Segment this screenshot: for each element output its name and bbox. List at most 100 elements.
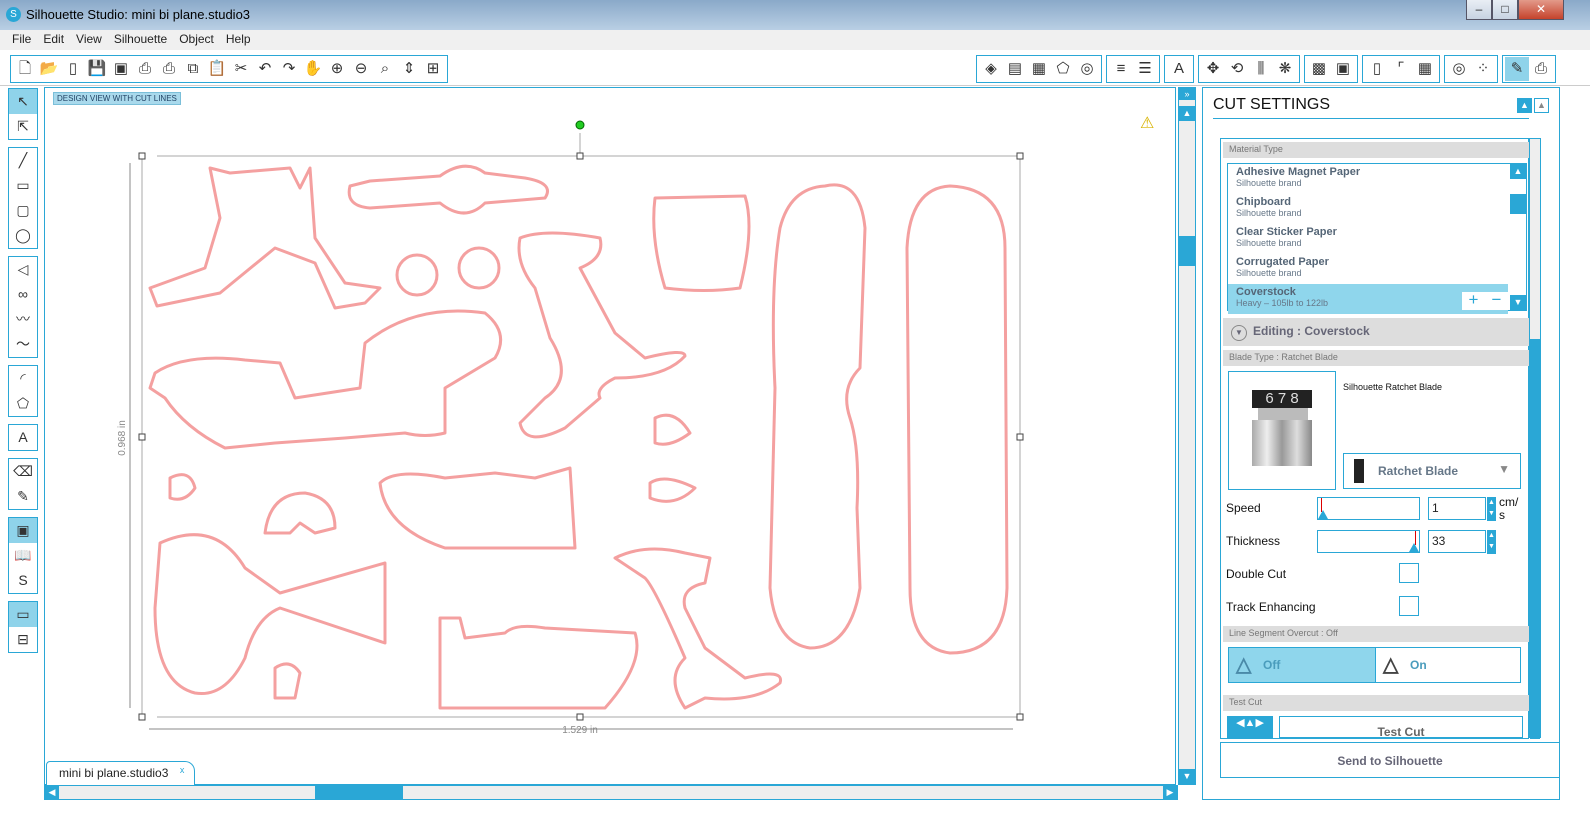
cut-view-icon[interactable]: ▣ xyxy=(9,518,37,543)
zoom-in-icon[interactable]: ⊕ xyxy=(325,57,349,81)
copy-icon[interactable]: ⧉ xyxy=(181,57,205,81)
maximize-button[interactable]: □ xyxy=(1492,0,1518,20)
zoom-select-icon[interactable]: ⌕ xyxy=(373,57,397,81)
close-button[interactable]: ✕ xyxy=(1518,0,1564,20)
registration-icon[interactable]: ⌜ xyxy=(1389,57,1413,81)
library-view-icon[interactable]: 📖 xyxy=(9,543,37,568)
line-icon[interactable]: ╱ xyxy=(9,148,37,173)
text-icon[interactable]: A xyxy=(9,425,37,450)
material-scroll-up[interactable]: ▲ xyxy=(1510,164,1526,179)
zoom-out-icon[interactable]: ⊖ xyxy=(349,57,373,81)
offset-icon[interactable]: ◎ xyxy=(1447,57,1471,81)
freehand-icon[interactable]: 〰 xyxy=(9,307,37,332)
eraser-icon[interactable]: ⌫ xyxy=(9,459,37,484)
store-view-icon[interactable]: S xyxy=(9,568,37,593)
scroll-up-button[interactable]: ▲ xyxy=(1179,106,1195,121)
grid-icon[interactable]: ▦ xyxy=(1413,57,1437,81)
panel-expand-icon[interactable]: ▲ xyxy=(1517,98,1532,113)
material-item[interactable]: Clear Sticker Paper Silhouette brand xyxy=(1228,224,1508,254)
speed-input[interactable]: 1 xyxy=(1428,497,1486,520)
design-window-icon[interactable]: ▭ xyxy=(9,602,37,627)
hscroll-thumb[interactable] xyxy=(315,786,403,799)
menu-object[interactable]: Object xyxy=(173,30,220,50)
document-tab[interactable]: mini bi plane.studio3 x xyxy=(46,761,196,785)
save-icon[interactable]: 💾 xyxy=(85,57,109,81)
undo-icon[interactable]: ↶ xyxy=(253,57,277,81)
minimize-button[interactable]: – xyxy=(1466,0,1492,20)
curve-icon[interactable]: ∞ xyxy=(9,282,37,307)
rounded-rectangle-icon[interactable]: ▢ xyxy=(9,198,37,223)
speed-slider[interactable] xyxy=(1317,497,1420,520)
material-list[interactable]: Adhesive Magnet Paper Silhouette brand Chi… xyxy=(1227,163,1527,314)
menu-help[interactable]: Help xyxy=(220,30,257,50)
slider-handle[interactable] xyxy=(1318,510,1328,519)
panel-pin-icon[interactable]: ▲ xyxy=(1534,98,1549,113)
editing-header[interactable]: ▼ Editing : Coverstock xyxy=(1223,318,1529,346)
trace-icon[interactable]: ⁘ xyxy=(1471,57,1495,81)
remove-material-icon[interactable]: − xyxy=(1492,291,1502,310)
arc-icon[interactable]: ◜ xyxy=(9,366,37,391)
device-icon[interactable]: ▯ xyxy=(61,57,85,81)
blade-select[interactable]: Ratchet Blade ▼ xyxy=(1343,453,1521,489)
track-enhancing-checkbox[interactable] xyxy=(1399,596,1419,616)
line-color-bars-icon[interactable]: ≡ xyxy=(1109,57,1133,81)
smooth-freehand-icon[interactable]: 〜 xyxy=(9,332,37,357)
cut-settings-icon[interactable]: ✎ xyxy=(1505,57,1529,81)
scroll-right-button[interactable]: ▶ xyxy=(1163,786,1177,799)
menu-file[interactable]: File xyxy=(6,30,37,50)
test-cut-button[interactable]: Test Cut xyxy=(1279,716,1523,739)
redo-icon[interactable]: ↷ xyxy=(277,57,301,81)
replicate-icon[interactable]: ❋ xyxy=(1273,57,1297,81)
material-scroll-down[interactable]: ▼ xyxy=(1510,295,1526,310)
scroll-thumb[interactable] xyxy=(1179,236,1195,266)
pattern-icon[interactable]: ▦ xyxy=(1027,57,1051,81)
overcut-on-button[interactable]: △ On xyxy=(1375,647,1521,683)
cut-icon[interactable]: ✂ xyxy=(229,57,253,81)
select-icon[interactable]: ↖ xyxy=(9,89,37,114)
design-canvas[interactable]: DESIGN VIEW WITH CUT LINES ⚠ 0.968 in 1.… xyxy=(44,87,1176,785)
knife-icon[interactable]: ✎ xyxy=(9,484,37,509)
position-arrows-icon[interactable]: ◀▲▶ xyxy=(1227,716,1273,738)
material-item[interactable]: Corrugated Paper Silhouette brand xyxy=(1228,254,1508,284)
thickness-slider[interactable] xyxy=(1317,530,1420,553)
pan-icon[interactable]: ✋ xyxy=(301,57,325,81)
print-cut-icon[interactable]: ⎙ xyxy=(157,57,181,81)
menu-view[interactable]: View xyxy=(70,30,108,50)
new-icon[interactable]: 🗋 xyxy=(13,57,37,81)
thickness-input[interactable]: 33 xyxy=(1428,530,1486,553)
vertical-scrollbar[interactable]: » ▲ ▼ xyxy=(1178,87,1196,785)
store-icon[interactable]: ▣ xyxy=(1331,57,1355,81)
menu-silhouette[interactable]: Silhouette xyxy=(108,30,173,50)
scroll-down-button[interactable]: ▼ xyxy=(1179,769,1195,784)
horizontal-scrollbar[interactable]: ◀ ▶ xyxy=(44,785,1178,800)
gradient-icon[interactable]: ▤ xyxy=(1003,57,1027,81)
polygon-icon[interactable]: ◁ xyxy=(9,257,37,282)
transform-icon[interactable]: ✥ xyxy=(1201,57,1225,81)
library-icon[interactable]: ▩ xyxy=(1307,57,1331,81)
point-edit-icon[interactable]: ⇱ xyxy=(9,114,37,139)
fill-icon[interactable]: ◈ xyxy=(979,57,1003,81)
zoom-drag-icon[interactable]: ⇕ xyxy=(397,57,421,81)
thickness-stepper[interactable]: ▲ ▼ xyxy=(1487,530,1496,554)
align-icon[interactable]: ⫼ xyxy=(1249,57,1273,81)
text-style-icon[interactable]: A xyxy=(1167,57,1191,81)
rectangle-icon[interactable]: ▭ xyxy=(9,173,37,198)
menu-edit[interactable]: Edit xyxy=(37,30,70,50)
fit-page-icon[interactable]: ⊞ xyxy=(421,57,445,81)
scroll-left-button[interactable]: ◀ xyxy=(45,786,59,799)
rotate-icon[interactable]: ⟲ xyxy=(1225,57,1249,81)
save-library-icon[interactable]: ▣ xyxy=(109,57,133,81)
open-icon[interactable]: 📂 xyxy=(37,57,61,81)
material-item[interactable]: Chipboard Silhouette brand xyxy=(1228,194,1508,224)
paste-icon[interactable]: 📋 xyxy=(205,57,229,81)
material-scroll-thumb[interactable] xyxy=(1510,194,1526,214)
page-setup-icon[interactable]: ▯ xyxy=(1365,57,1389,81)
split-view-icon[interactable]: ⊟ xyxy=(9,627,37,652)
line-color-icon[interactable]: ◎ xyxy=(1075,57,1099,81)
print-icon[interactable]: ⎙ xyxy=(133,57,157,81)
speed-stepper[interactable]: ▲ ▼ xyxy=(1487,497,1496,521)
material-item[interactable]: Adhesive Magnet Paper Silhouette brand xyxy=(1228,164,1508,194)
panel-collapse-icon[interactable]: » xyxy=(1179,88,1195,100)
line-style-bars-icon[interactable]: ☰ xyxy=(1133,57,1157,81)
settings-scrollbar[interactable] xyxy=(1529,138,1541,739)
